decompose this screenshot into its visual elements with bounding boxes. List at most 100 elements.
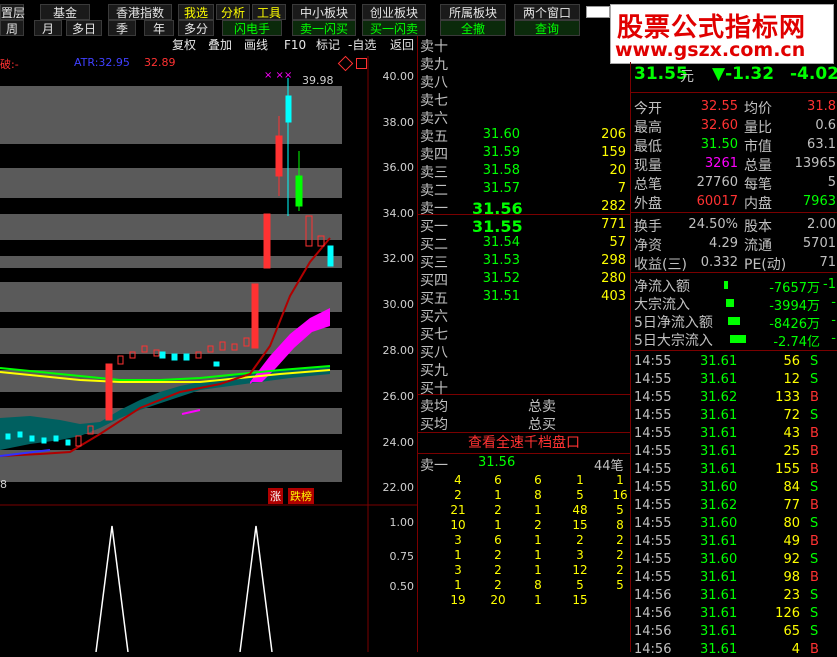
tb-period-week[interactable]: 周 [0,20,24,36]
quote-field2-value: 24.50% [688,217,738,232]
orderbook-sell-price[interactable]: 31.56 [472,199,523,218]
total-sell-label: 总卖 [528,399,556,415]
tick-time: 14:56 [634,624,672,639]
tick-price: 31.60 [700,552,738,567]
quote-field-value2: 7963 [802,194,836,209]
tb-tab-tools[interactable]: 工具 [252,4,286,20]
avg-sell-label: 卖均 [420,399,448,415]
tick-vol: 4 [791,642,800,657]
tick-vol: 84 [783,480,800,495]
quote-field-label: 今开 [634,101,662,117]
tick-side: S [810,606,819,621]
queue-cell: 1 [534,503,542,517]
fund-flow-value2: - [831,331,836,346]
quote-field2-value2: 5701 [802,236,836,251]
orderbook-buy-price[interactable]: 31.54 [472,235,520,250]
orderbook-sell-price[interactable]: 31.59 [472,145,520,160]
tick-vol: 49 [783,534,800,549]
orderbook-buy-price[interactable]: 31.55 [472,217,523,236]
price-tick: 28.00 [382,344,415,357]
tick-vol: 77 [783,498,800,513]
avg-buy-label: 买均 [420,417,448,433]
tick-side: S [810,480,819,495]
tb-tab-two-windows[interactable]: 两个窗口 [514,4,580,20]
tick-time: 14:55 [634,516,672,531]
limit-up-badge[interactable]: 涨 [268,488,283,504]
queue-cell: 19 [450,593,466,607]
queue-cell: 12 [572,563,588,577]
tick-price: 31.61 [700,426,738,441]
tb-buy1-flash-sell[interactable]: 买一闪卖 [362,20,426,36]
tb-tab-myselect[interactable]: 我选 [178,4,214,20]
f10-button[interactable]: F10 [284,36,306,54]
tick-side: S [810,354,819,369]
overlay-button[interactable]: 叠加 [208,36,232,54]
tb-flash-trade[interactable]: 闪电手 [222,20,282,36]
svg-text:× ×: × × [264,70,284,81]
tick-price: 31.61 [700,570,738,585]
orderbook-buy-label: 买六 [420,309,448,325]
logo-url: www.gszx.com.cn [615,39,806,61]
queue-price: 31.56 [478,455,516,470]
kline-svg: × × × [0,56,417,652]
tick-time: 14:55 [634,408,672,423]
tb-period-multiday[interactable]: 多日 [66,20,102,36]
draw-line-button[interactable]: 画线 [244,36,268,54]
tb-period-year[interactable]: 年 [144,20,174,36]
back-button[interactable]: 返回 [390,36,414,54]
tick-vol: 25 [783,444,800,459]
sub-tick: 1.00 [389,516,415,529]
tick-price: 31.62 [700,498,738,513]
kline-chart-area[interactable]: 破:- ATR:32.95 32.89 × × × 39.98 8 涨 跌榜 4… [0,55,417,652]
restore-rights-button[interactable]: 复权 [172,36,196,54]
tb-period-multimin[interactable]: 多分 [178,20,214,36]
window-control[interactable] [586,6,610,18]
tb-period-quarter[interactable]: 季 [108,20,136,36]
tb-sell1-flash-buy[interactable]: 卖一闪买 [292,20,356,36]
tb-tab-sme[interactable]: 中小板块 [292,4,356,20]
tb-tab-fund[interactable]: 基金 [40,4,90,20]
queue-cell: 5 [576,578,584,592]
orderbook-buy-price[interactable]: 31.51 [472,289,520,304]
tick-time: 14:55 [634,480,672,495]
rank-badge[interactable]: 跌榜 [288,488,314,504]
quote-field2-label: 净资 [634,238,662,254]
fund-flow-bar [724,281,728,289]
orderbook-buy-price[interactable]: 31.52 [472,271,520,286]
tick-side: S [810,624,819,639]
quote-field-value: 31.50 [700,137,738,152]
full-depth-button[interactable]: 查看全速千档盘口 [418,432,630,454]
queue-cell: 1 [494,518,502,532]
orderbook-buy-label: 买五 [420,291,448,307]
mark-button[interactable]: 标记 [316,36,340,54]
tick-side: S [810,372,819,387]
tb-tab-0[interactable]: 置层 [0,4,25,20]
price-tick: 30.00 [382,298,415,311]
queue-cell: 6 [534,473,542,487]
add-watchlist-button[interactable]: -自选 [348,36,376,54]
orderbook-sell-price[interactable]: 31.57 [472,181,520,196]
orderbook-buy-price[interactable]: 31.53 [472,253,520,268]
tb-tab-hk-index[interactable]: 香港指数 [108,4,172,20]
tb-cancel-all[interactable]: 全撤 [440,20,506,36]
tick-price: 31.61 [700,534,738,549]
orderbook-sell-label: 卖三 [420,165,448,181]
tb-tab-analysis[interactable]: 分析 [216,4,250,20]
orderbook-sell-price[interactable]: 31.58 [472,163,520,178]
fund-flow-value2: - [831,295,836,310]
orderbook-sell-vol: 159 [601,145,626,160]
orderbook-buy-label: 买九 [420,363,448,379]
tick-side: S [810,552,819,567]
tb-period-month[interactable]: 月 [34,20,62,36]
queue-cell: 1 [534,548,542,562]
tb-tab-sector[interactable]: 所属板块 [440,4,506,20]
queue-cell: 4 [454,473,462,487]
queue-cell: 1 [454,578,462,592]
orderbook-sell-label: 卖一 [420,201,448,217]
tick-time: 14:56 [634,588,672,603]
orderbook-sell-label: 卖四 [420,147,448,163]
tick-price: 31.61 [700,372,738,387]
tb-tab-gem[interactable]: 创业板块 [362,4,426,20]
orderbook-sell-price[interactable]: 31.60 [472,127,520,142]
tb-query[interactable]: 查询 [514,20,580,36]
